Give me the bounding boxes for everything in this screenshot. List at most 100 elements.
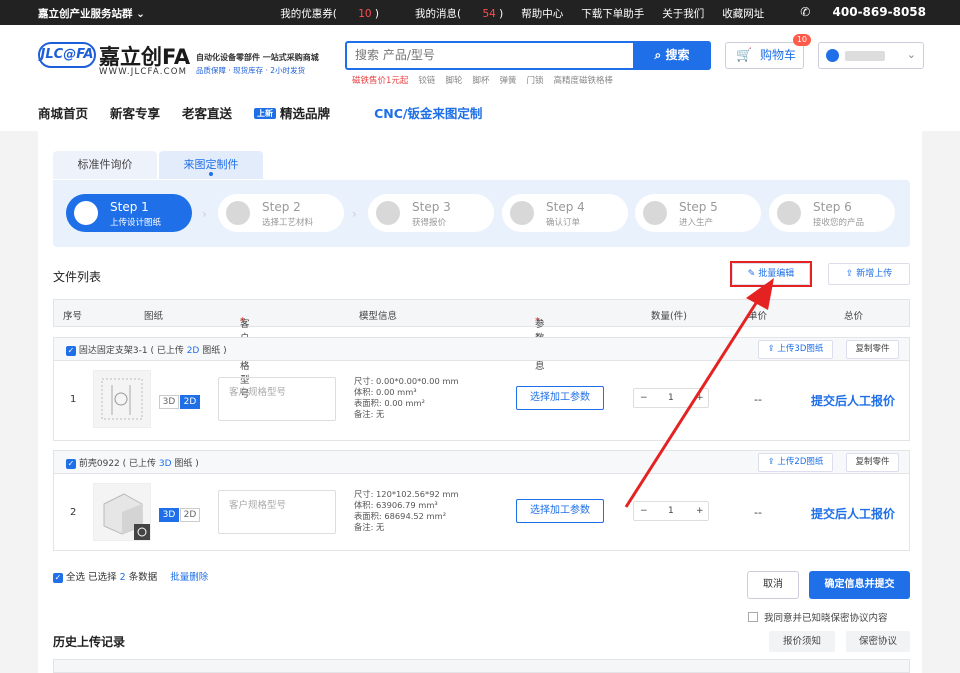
model-thumbnail[interactable] bbox=[93, 483, 151, 541]
selected-count: 2 bbox=[119, 572, 126, 583]
status-post: 图纸 ) bbox=[171, 459, 199, 469]
selected-post: 条数据 bbox=[128, 572, 158, 583]
cancel-button[interactable]: 取消 bbox=[747, 571, 799, 599]
coupons-link[interactable]: 我的优惠券( 10 ) bbox=[262, 6, 379, 21]
tab-standard-inquiry[interactable]: 标准件询价 bbox=[53, 151, 157, 179]
status-pre: ( 已上传 bbox=[150, 346, 187, 356]
selected-pre: 已选择 bbox=[88, 572, 117, 583]
select-params-button[interactable]: 选择加工参数 bbox=[516, 386, 604, 410]
app-download-link[interactable]: 下载下单助手 bbox=[581, 6, 644, 21]
nda-button[interactable]: 保密协议 bbox=[846, 631, 910, 652]
cart-label: 购物车 bbox=[760, 48, 797, 62]
quote-notice-button[interactable]: 报价须知 bbox=[769, 631, 835, 652]
messages-label: 我的消息 bbox=[415, 8, 458, 20]
community-menu[interactable]: 嘉立创产业服务站群 ⌄ bbox=[38, 6, 145, 21]
help-link[interactable]: 帮助中心 bbox=[521, 6, 563, 21]
upload-3d-label: 上传3D图纸 bbox=[777, 344, 824, 354]
confirm-submit-button[interactable]: 确定信息并提交 bbox=[809, 571, 910, 599]
hot-keyword[interactable]: 脚杯 bbox=[472, 74, 489, 86]
toggle-2d[interactable]: 2D bbox=[180, 395, 200, 409]
hot-keyword[interactable]: 磁铁售价1元起 bbox=[352, 74, 408, 86]
table-row: ✓ 前壳0922 ( 已上传 3D 图纸 ) ⇪ 上传2D图纸 复制零件 2 3… bbox=[53, 450, 910, 551]
nav-old-customer[interactable]: 老客直送 bbox=[182, 103, 232, 122]
spec-input[interactable]: 客户规格型号 bbox=[218, 377, 336, 421]
plus-button[interactable]: + bbox=[696, 393, 704, 403]
drawing-thumbnail[interactable] bbox=[93, 370, 151, 428]
chevron-right-icon: › bbox=[352, 207, 357, 221]
nav-featured[interactable]: 上新 精选品牌 bbox=[254, 103, 352, 122]
quantity-value[interactable]: 1 bbox=[668, 506, 674, 516]
package-icon bbox=[777, 201, 801, 225]
toggle-3d[interactable]: 3D bbox=[159, 395, 179, 409]
about-link[interactable]: 关于我们 bbox=[662, 6, 704, 21]
cart-button[interactable]: 🛒 购物车 10 bbox=[725, 34, 811, 69]
gear-icon bbox=[226, 201, 250, 225]
spec-input[interactable]: 客户规格型号 bbox=[218, 490, 336, 534]
plus-button[interactable]: + bbox=[696, 506, 704, 516]
view-toggle: 3D 2D bbox=[159, 508, 201, 522]
step-desc: 获得报价 bbox=[412, 218, 447, 228]
step-2: Step 2 选择工艺材料 bbox=[218, 194, 344, 232]
nav-cnc[interactable]: CNC/钣金来图定制 bbox=[374, 103, 482, 122]
agreement-checkbox[interactable]: 我同意并已知晓保密协议内容 bbox=[748, 610, 888, 624]
geo-area: 表面积: 68694.52 mm² bbox=[354, 511, 447, 521]
geo-note: 备注: 无 bbox=[354, 522, 385, 532]
model-3d-icon bbox=[103, 493, 150, 540]
table-row: ✓ 固达固定支架3-1 ( 已上传 2D 图纸 ) ⇪ 上传3D图纸 复制零件 … bbox=[53, 337, 910, 441]
cart-icon: 🛒 bbox=[736, 48, 753, 63]
row-checkbox[interactable]: ✓ bbox=[66, 346, 76, 356]
minus-button[interactable]: − bbox=[640, 506, 648, 516]
upload-icon: ⇪ bbox=[767, 457, 775, 467]
new-tag: 上新 bbox=[254, 108, 277, 119]
minus-button[interactable]: − bbox=[640, 393, 648, 403]
nav-new-customer[interactable]: 新客专享 bbox=[110, 103, 160, 122]
favorites-link[interactable]: 收藏网址 bbox=[722, 6, 764, 21]
toggle-2d[interactable]: 2D bbox=[180, 508, 200, 522]
phone-text: 400-869-8058 bbox=[832, 5, 926, 19]
selection-footer: ✓ 全选 已选择 2 条数据 批量删除 bbox=[53, 569, 208, 583]
coupons-count: 10 bbox=[358, 8, 372, 20]
highlight-box bbox=[730, 261, 812, 287]
step-3: Step 3 获得报价 bbox=[368, 194, 494, 232]
hot-keyword[interactable]: 弹簧 bbox=[499, 74, 516, 86]
step-title: Step 3 bbox=[412, 200, 451, 214]
row-checkbox[interactable]: ✓ bbox=[66, 459, 76, 469]
quantity-value[interactable]: 1 bbox=[668, 393, 674, 403]
main-nav: 商城首页 新客专享 老客直送 上新 精选品牌 CNC/钣金来图定制 bbox=[38, 103, 504, 122]
chevron-down-icon: ⌄ bbox=[906, 48, 916, 61]
row-header: ✓ 前壳0922 ( 已上传 3D 图纸 ) ⇪ 上传2D图纸 复制零件 bbox=[54, 451, 909, 474]
select-all-checkbox[interactable]: ✓ bbox=[53, 573, 63, 583]
batch-delete-link[interactable]: 批量删除 bbox=[170, 572, 208, 583]
select-params-button[interactable]: 选择加工参数 bbox=[516, 499, 604, 523]
messages-link[interactable]: 我的消息( 54 ) bbox=[397, 6, 503, 21]
quantity-stepper: − 1 + bbox=[633, 501, 709, 521]
avatar bbox=[826, 49, 839, 62]
hot-keyword[interactable]: 门锁 bbox=[526, 74, 543, 86]
search-button[interactable]: ⌕ 搜索 bbox=[633, 41, 711, 70]
upload-3d-button[interactable]: ⇪ 上传3D图纸 bbox=[758, 340, 833, 359]
hot-keyword[interactable]: 脚轮 bbox=[445, 74, 462, 86]
community-label: 嘉立创产业服务站群 bbox=[38, 8, 133, 20]
user-menu[interactable]: ⌄ bbox=[818, 42, 924, 69]
chevron-down-icon: ⌄ bbox=[136, 8, 145, 20]
agreement-label: 我同意并已知晓保密协议内容 bbox=[764, 613, 888, 624]
history-table-header bbox=[53, 659, 910, 673]
upload-2d-button[interactable]: ⇪ 上传2D图纸 bbox=[758, 453, 833, 472]
upload-file-icon bbox=[74, 201, 98, 225]
tab-custom-parts[interactable]: 来图定制件 bbox=[159, 151, 263, 179]
drawing-2d-icon bbox=[101, 378, 143, 420]
model-info: 尺寸: 120*102.56*92 mm 体积: 63906.79 mm³ 表面… bbox=[354, 489, 459, 533]
search-input[interactable] bbox=[355, 48, 625, 62]
hot-keyword[interactable]: 高精度磁铁格棒 bbox=[554, 74, 614, 86]
slogan-sub: 品质保障 · 现货库存 · 2小时发货 bbox=[196, 66, 306, 75]
step-5: Step 5 进入生产 bbox=[635, 194, 761, 232]
toggle-3d[interactable]: 3D bbox=[159, 508, 179, 522]
copy-part-button[interactable]: 复制零件 bbox=[846, 453, 899, 472]
copy-part-button[interactable]: 复制零件 bbox=[846, 340, 899, 359]
nav-home[interactable]: 商城首页 bbox=[38, 103, 88, 122]
site-logo[interactable]: JLC@FA bbox=[38, 42, 96, 68]
add-upload-button[interactable]: ⇪ 新增上传 bbox=[828, 263, 910, 285]
step-6: Step 6 接收您的产品 bbox=[769, 194, 895, 232]
hot-keyword[interactable]: 铰链 bbox=[418, 74, 435, 86]
select-all-label[interactable]: 全选 bbox=[66, 572, 85, 583]
